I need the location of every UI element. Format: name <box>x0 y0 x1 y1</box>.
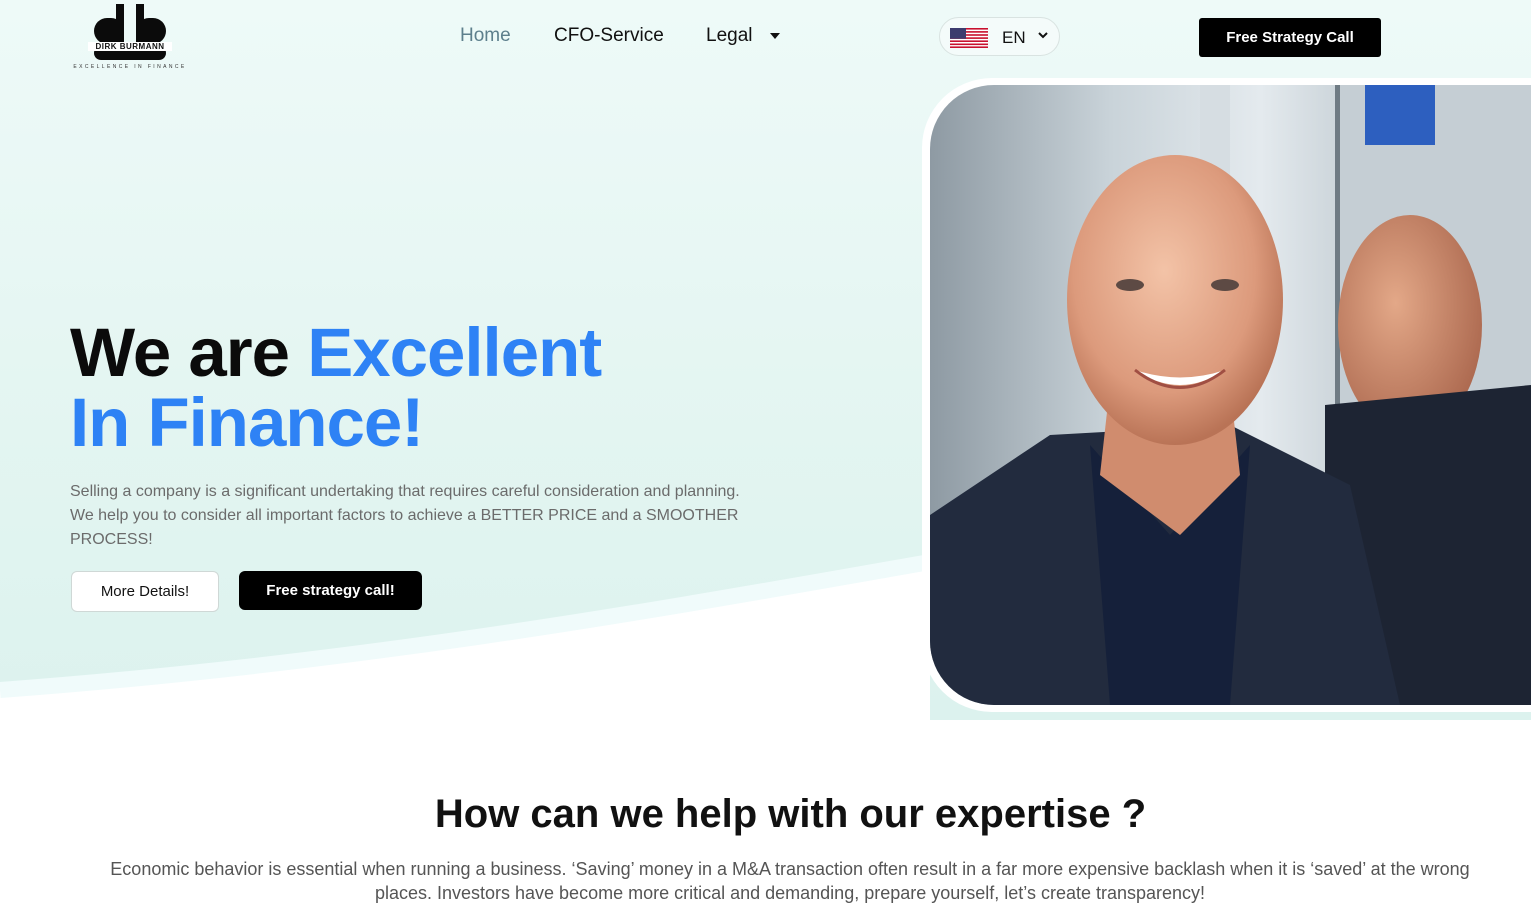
nav-cfo-service[interactable]: CFO-Service <box>554 25 664 47</box>
portrait-image <box>930 85 1531 705</box>
brand-logo[interactable]: DIRK BURMANN EXCELLENCE IN FINANCE <box>70 4 190 72</box>
caret-down-icon <box>769 32 780 39</box>
headline-accent-2: In Finance! <box>70 384 424 461</box>
more-details-button[interactable]: More Details! <box>71 571 219 612</box>
brand-name: DIRK BURMANN <box>88 42 172 51</box>
headline-accent-1: Excellent <box>307 314 602 391</box>
portrait-photo <box>930 85 1531 705</box>
brand-tagline: EXCELLENCE IN FINANCE <box>73 64 187 70</box>
portrait-frame <box>922 78 1531 712</box>
header-strategy-call-button[interactable]: Free Strategy Call <box>1199 18 1381 57</box>
section-heading: How can we help with our expertise ? <box>434 792 1147 836</box>
nav-legal-label: Legal <box>706 25 753 46</box>
chevron-down-icon <box>1038 32 1048 39</box>
language-code: EN <box>1002 28 1026 47</box>
db-monogram-logo <box>94 4 166 60</box>
language-selector[interactable]: EN <box>939 17 1060 56</box>
hero-description: Selling a company is a significant under… <box>70 483 740 548</box>
hero-headline: We are Excellent In Finance! <box>70 318 602 461</box>
nav-home[interactable]: Home <box>460 25 511 47</box>
us-flag-icon <box>950 28 988 48</box>
nav-legal[interactable]: Legal <box>706 25 780 47</box>
hero-strategy-call-button[interactable]: Free strategy call! <box>239 571 422 610</box>
headline-plain: We are <box>70 314 290 391</box>
